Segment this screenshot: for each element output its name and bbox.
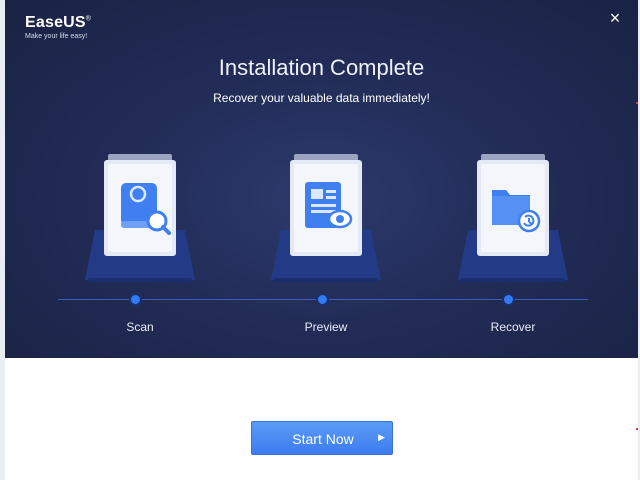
step-preview: Preview [261,150,391,350]
start-now-label: Start Now [292,431,354,447]
logo-registered-mark: ® [85,15,92,23]
installer-window: EaseUS® Make your life easy! Installatio… [0,0,640,480]
step-recover: Recover [448,150,578,350]
logo-tagline: Make your life easy! [25,33,88,40]
edge-artifact [636,428,638,430]
step-label-preview: Preview [304,320,348,334]
arrow-right-icon: ▶ [378,432,385,442]
step-scan: Scan [75,150,205,350]
page-title: Installation Complete [218,55,425,80]
start-now-button[interactable]: Start Now ▶ [251,421,393,455]
step-label-scan: Scan [126,320,154,334]
step-label-recover: Recover [490,320,536,334]
hero-panel: EaseUS® Make your life easy! Installatio… [5,0,638,358]
page-subtitle: Recover your valuable data immediately! [213,91,430,105]
close-icon[interactable]: × [607,9,623,27]
preview-document-icon [271,154,381,282]
easeus-logo: EaseUS® Make your life easy! [25,14,91,40]
timeline-dot-recover [504,295,513,304]
recover-folder-icon [458,154,568,282]
timeline-dot-scan [131,295,140,304]
logo-brand: EaseUS [25,14,86,31]
edge-artifact [636,102,638,104]
scan-disk-icon [85,154,195,282]
timeline-dot-preview [318,295,327,304]
